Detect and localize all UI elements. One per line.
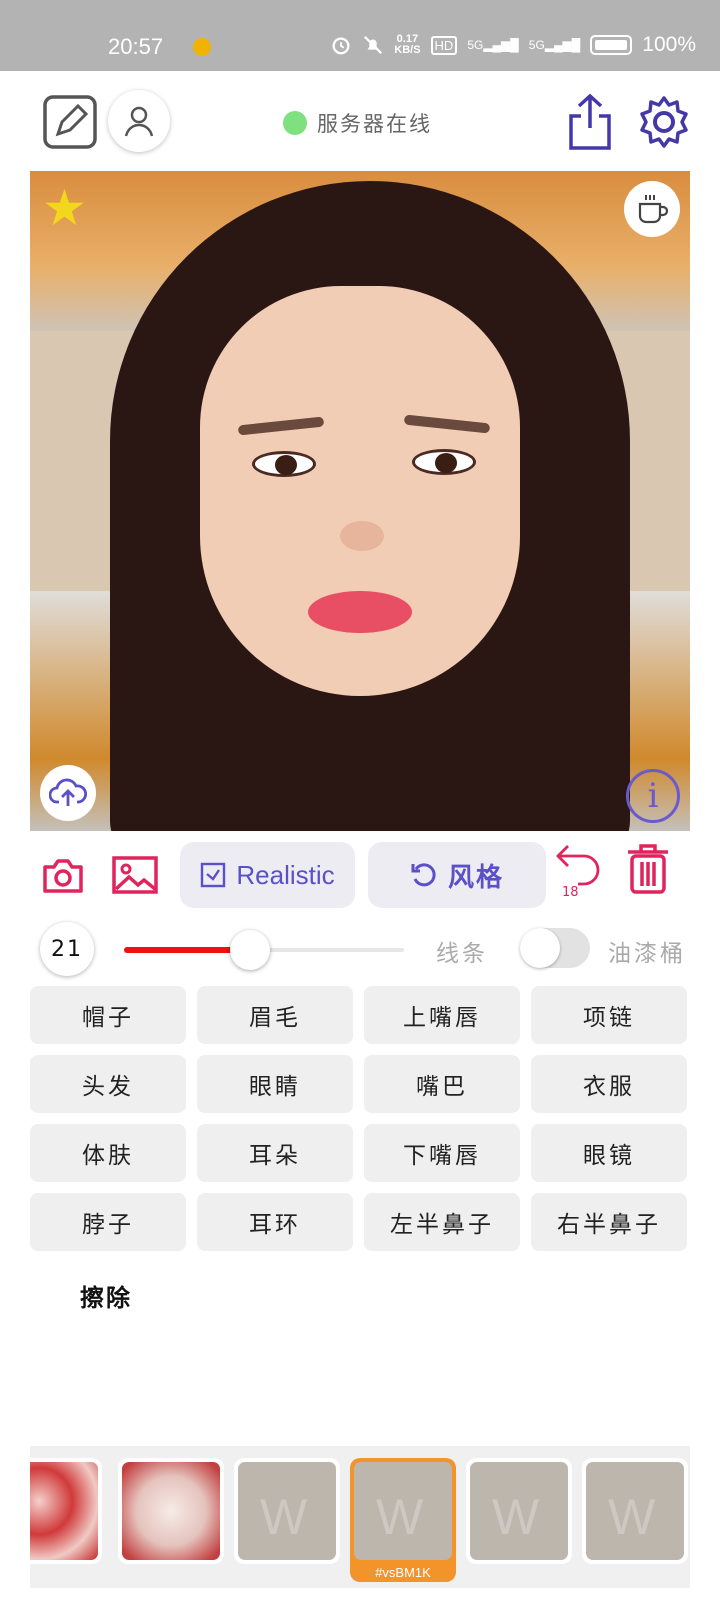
bucket-toggle[interactable] (520, 928, 590, 968)
style-thumb[interactable]: W (582, 1458, 688, 1564)
style-thumb[interactable]: W (234, 1458, 340, 1564)
camera-icon (43, 859, 83, 893)
photo-canvas[interactable]: ★ i (30, 171, 690, 831)
portrait-left-eye (252, 451, 316, 477)
style-label: 风格 (447, 862, 504, 893)
portrait-nose (340, 521, 384, 551)
part-button[interactable]: 右半鼻子 (531, 1193, 687, 1251)
part-button[interactable]: 左半鼻子 (364, 1193, 520, 1251)
server-status-label: 服务器在线 (317, 112, 432, 136)
hd-icon: HD (430, 35, 458, 55)
undo-button[interactable] (554, 842, 604, 886)
brush-row: 21 线条 油漆桶 (30, 918, 690, 978)
gear-icon (640, 96, 688, 148)
brush-size-knob[interactable] (230, 930, 270, 970)
cloud-upload-icon (49, 778, 87, 806)
bucket-toggle-knob (520, 928, 560, 968)
part-button[interactable]: 体肤 (30, 1124, 186, 1182)
part-button[interactable]: 耳朵 (197, 1124, 353, 1182)
checkbox-icon (201, 862, 226, 888)
coffee-cup-icon (638, 195, 669, 224)
portrait-face (200, 286, 520, 696)
part-button[interactable]: 脖子 (30, 1193, 186, 1251)
action-row: Realistic 风格 (30, 842, 690, 908)
erase-button[interactable]: 擦除 (80, 1278, 132, 1313)
alarm-icon (332, 37, 350, 55)
gallery-button[interactable] (110, 852, 160, 898)
status-bar: 20:57 0.17 KB/S HD 5G▂▄▆█ 5G▂▄▆█ 100% (0, 0, 720, 71)
part-button[interactable]: 嘴巴 (364, 1055, 520, 1113)
part-button[interactable]: 眼睛 (197, 1055, 353, 1113)
undo-icon (556, 845, 600, 886)
style-thumb[interactable] (118, 1458, 224, 1564)
style-strip[interactable]: W W #vsBM1K W W (30, 1446, 690, 1588)
mode-realistic-button[interactable]: Realistic (180, 842, 355, 908)
delete-button[interactable] (622, 842, 674, 896)
part-button[interactable]: 项链 (531, 986, 687, 1044)
part-button[interactable]: 眼镜 (531, 1124, 687, 1182)
info-button[interactable]: i (626, 769, 680, 823)
battery-level: 100% (642, 33, 696, 56)
signal-5g-icon: 5G▂▄▆█ (467, 38, 519, 52)
part-button[interactable]: 耳环 (197, 1193, 353, 1251)
lines-label: 线条 (436, 941, 488, 967)
coffee-button[interactable] (624, 181, 680, 237)
selected-style-tag: #vsBM1K (375, 1565, 431, 1580)
part-button[interactable]: 上嘴唇 (364, 986, 520, 1044)
bucket-label: 油漆桶 (608, 941, 686, 967)
battery-icon (590, 35, 633, 55)
favorite-star-icon[interactable]: ★ (42, 183, 87, 233)
image-icon (112, 856, 158, 894)
portrait-lips (308, 591, 412, 633)
watermark-icon: W (260, 1489, 308, 1545)
mode-label: Realistic (236, 859, 335, 890)
notification-icon (193, 38, 211, 56)
part-button[interactable]: 衣服 (531, 1055, 687, 1113)
server-status: 服务器在线 (283, 108, 432, 138)
part-button[interactable]: 头发 (30, 1055, 186, 1113)
cloud-upload-button[interactable] (40, 765, 96, 821)
edit-button[interactable] (42, 94, 98, 150)
edit-icon (43, 95, 97, 149)
brush-size-value: 21 (40, 922, 94, 976)
signal-5g-icon-2: 5G▂▄▆█ (528, 38, 581, 52)
watermark-icon: W (492, 1489, 540, 1545)
undo-count: 18 (562, 885, 579, 900)
server-status-dot (283, 111, 307, 135)
brush-size-slider[interactable] (124, 930, 404, 970)
net-speed: 0.17 KB/S (394, 33, 421, 56)
watermark-icon: W (608, 1489, 656, 1545)
style-thumb[interactable] (30, 1458, 102, 1564)
portrait-right-eye (412, 449, 476, 475)
style-button[interactable]: 风格 (368, 842, 546, 908)
part-button[interactable]: 眉毛 (197, 986, 353, 1044)
share-icon (569, 93, 611, 150)
camera-button[interactable] (40, 852, 86, 898)
watermark-icon: W (376, 1489, 424, 1545)
status-time: 20:57 (108, 34, 164, 59)
status-icons: 0.17 KB/S HD 5G▂▄▆█ 5G▂▄▆█ 100% (330, 33, 696, 57)
share-button[interactable] (564, 92, 616, 152)
part-button[interactable]: 下嘴唇 (364, 1124, 520, 1182)
user-button[interactable] (108, 90, 170, 152)
user-icon (124, 106, 154, 137)
style-thumb[interactable]: W (466, 1458, 572, 1564)
rotate-icon (411, 863, 436, 887)
mute-icon (364, 35, 383, 55)
part-button[interactable]: 帽子 (30, 986, 186, 1044)
trash-icon (628, 844, 668, 894)
settings-button[interactable] (636, 94, 692, 150)
style-thumb-selected[interactable]: W #vsBM1K (350, 1458, 456, 1582)
